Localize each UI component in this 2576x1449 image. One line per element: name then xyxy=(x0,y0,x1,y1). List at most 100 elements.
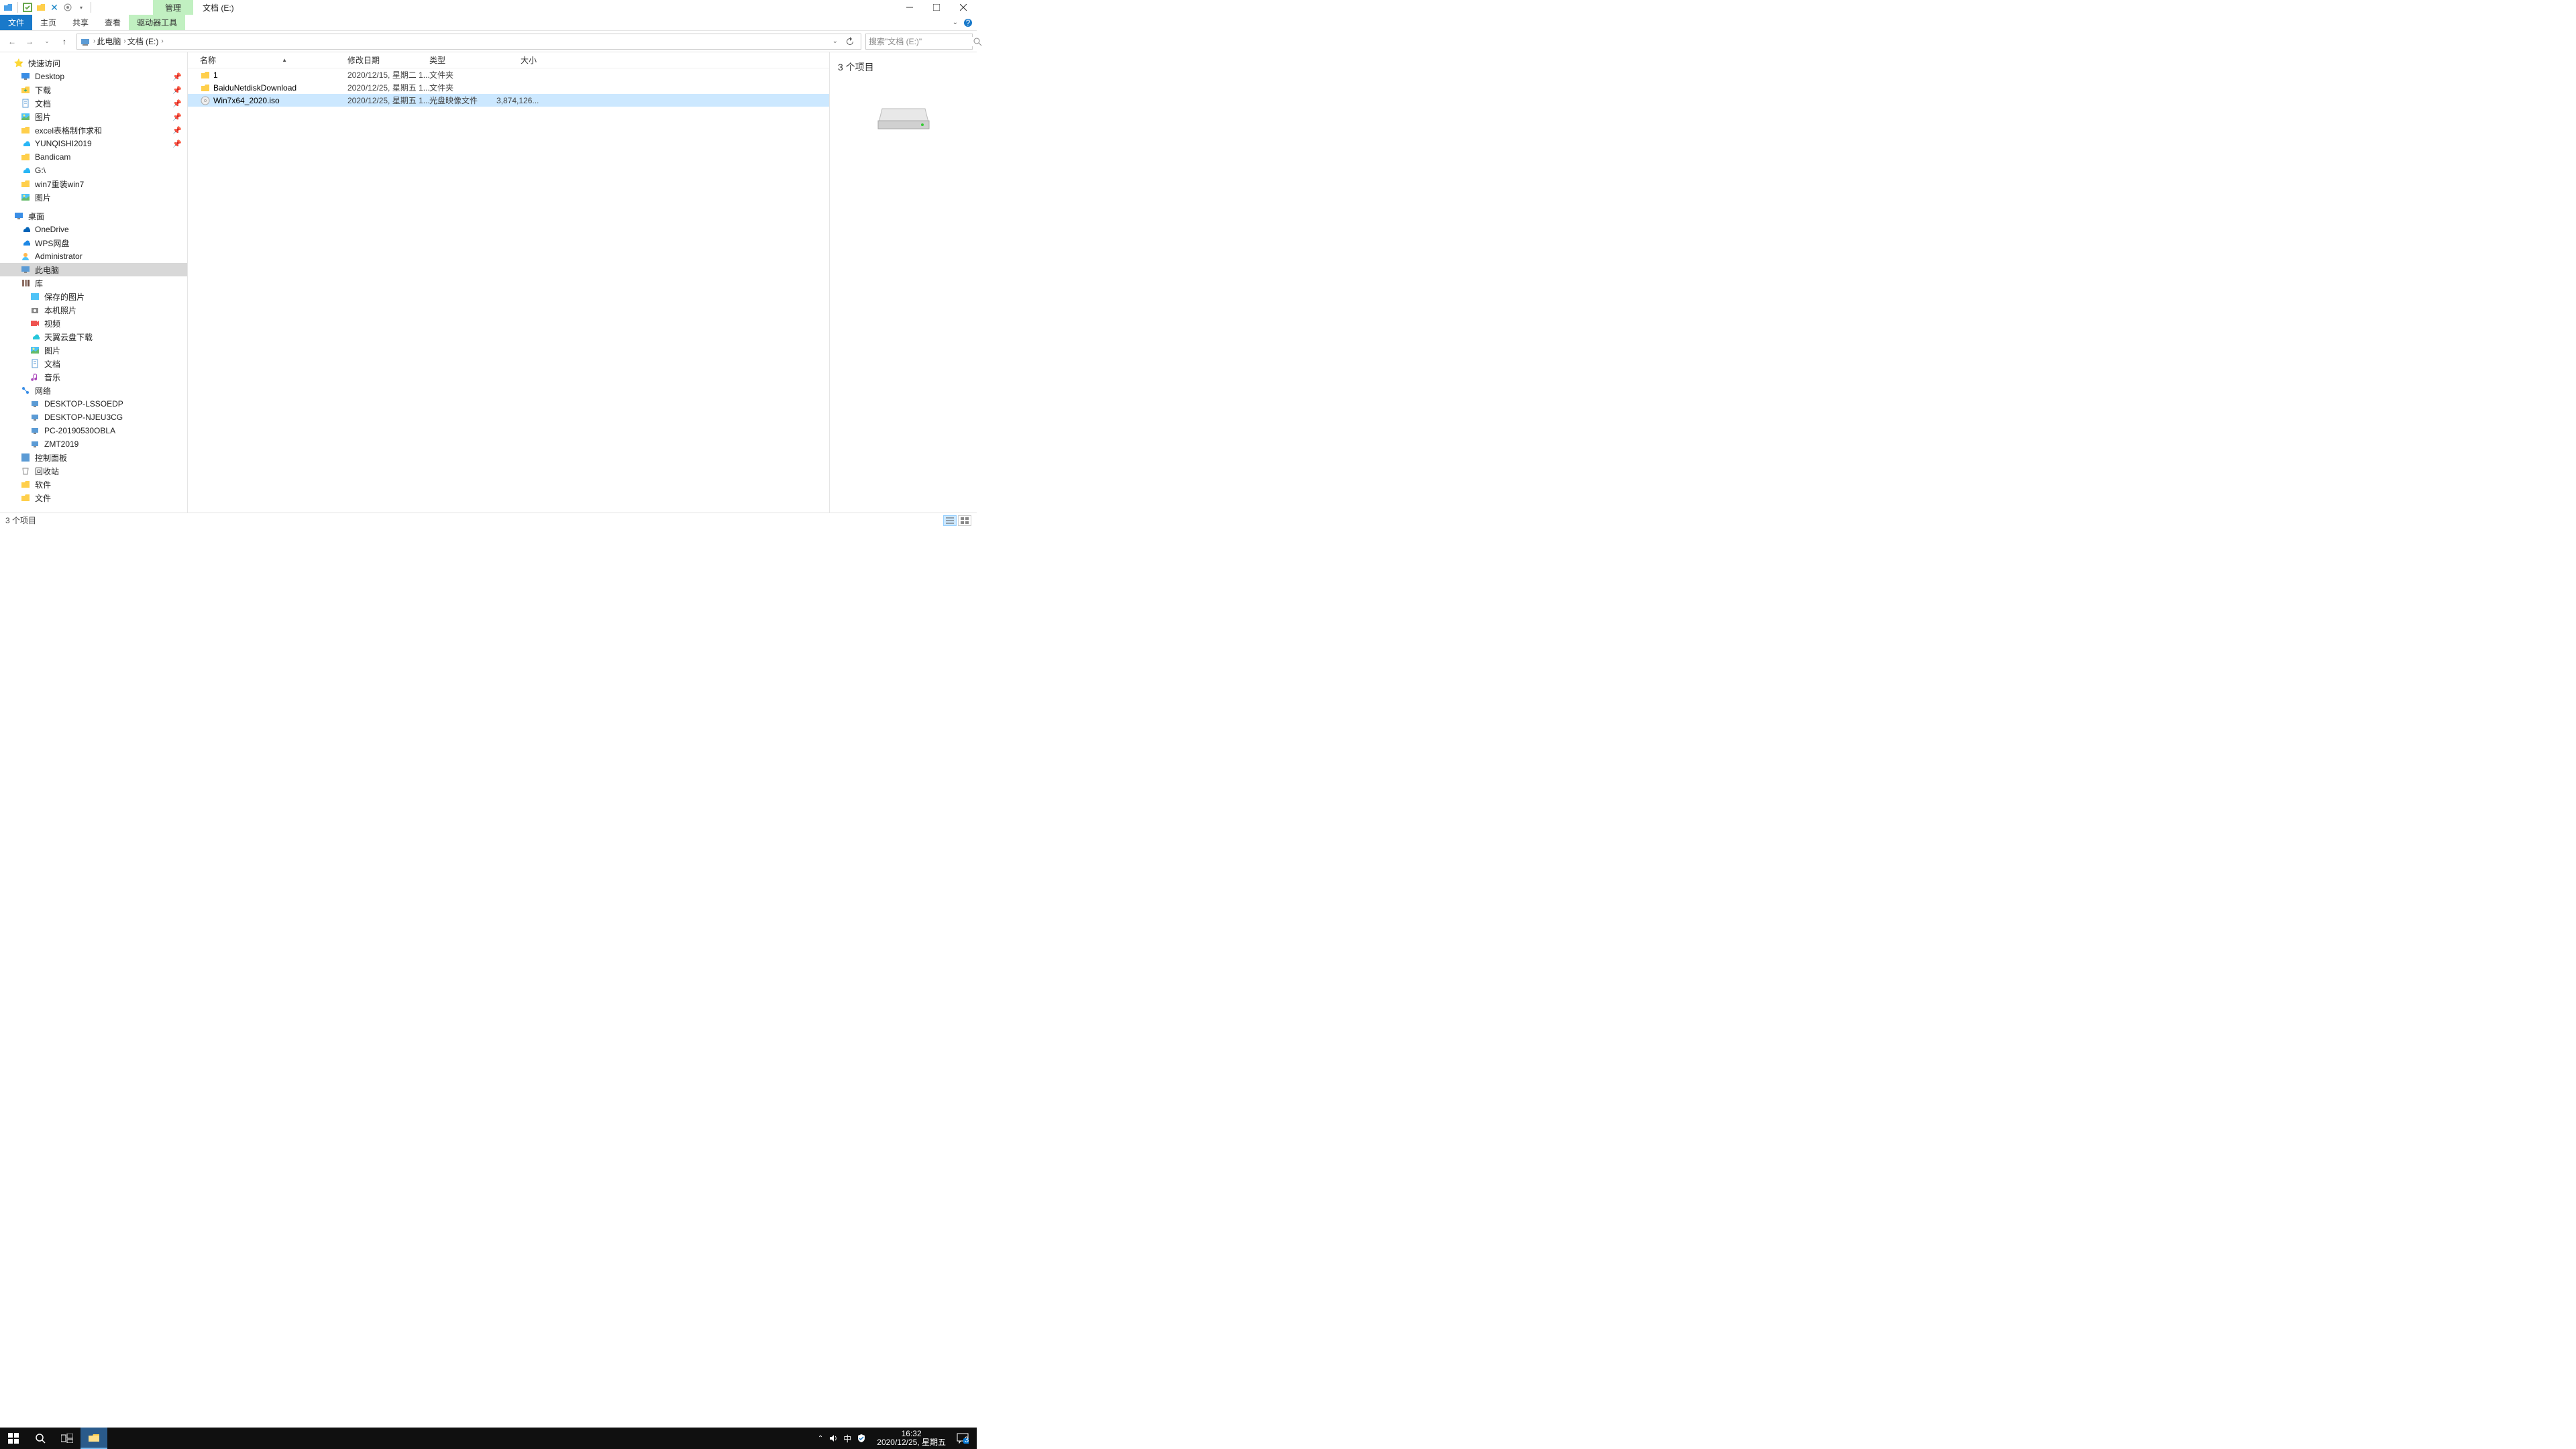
tree-lib-2[interactable]: 视频 xyxy=(0,317,187,330)
taskbar-search-button[interactable] xyxy=(27,1428,54,1449)
pin-icon: 📌 xyxy=(172,140,182,148)
file-date: 2020/12/15, 星期二 1... xyxy=(347,69,429,80)
app-icon[interactable] xyxy=(3,2,13,13)
tree-quick-1[interactable]: 下载📌 xyxy=(0,83,187,97)
forward-button[interactable]: → xyxy=(21,34,38,50)
col-type[interactable]: 类型 xyxy=(429,54,496,66)
search-box[interactable] xyxy=(865,34,973,50)
tree-software[interactable]: 软件 xyxy=(0,478,187,491)
task-view-button[interactable] xyxy=(54,1428,80,1449)
start-button[interactable] xyxy=(0,1428,27,1449)
tree-network[interactable]: 网络 xyxy=(0,384,187,397)
tree-lib-1[interactable]: 本机照片 xyxy=(0,303,187,317)
tree-quick-4[interactable]: excel表格制作求和📌 xyxy=(0,123,187,137)
tree-quick-0[interactable]: Desktop📌 xyxy=(0,70,187,83)
tree-net-2[interactable]: PC-20190530OBLA xyxy=(0,424,187,437)
tab-file[interactable]: 文件 xyxy=(0,15,32,30)
tab-home[interactable]: 主页 xyxy=(32,15,64,30)
search-input[interactable] xyxy=(869,37,973,46)
tree-quick-8[interactable]: win7重装win7 xyxy=(0,177,187,191)
file-row-0[interactable]: 12020/12/15, 星期二 1...文件夹 xyxy=(188,68,829,81)
tree-net-3[interactable]: ZMT2019 xyxy=(0,437,187,451)
navigation-tree[interactable]: ⭐快速访问 Desktop📌下载📌文档📌图片📌excel表格制作求和📌YUNQI… xyxy=(0,52,188,513)
properties-icon[interactable] xyxy=(22,2,33,13)
cloud-icon xyxy=(20,138,31,149)
tree-desktop-2[interactable]: Administrator xyxy=(0,250,187,263)
breadcrumb-seg-0[interactable]: 此电脑› xyxy=(97,36,125,47)
tree-quick-7[interactable]: G:\ xyxy=(0,164,187,177)
tree-quick-9[interactable]: 图片 xyxy=(0,191,187,204)
security-icon[interactable] xyxy=(857,1434,866,1443)
help-icon[interactable]: ? xyxy=(963,18,973,28)
file-type: 文件夹 xyxy=(429,69,496,80)
tab-share[interactable]: 共享 xyxy=(64,15,97,30)
ribbon-expand-icon[interactable]: ⌄ xyxy=(953,19,958,26)
tree-quick-6[interactable]: Bandicam xyxy=(0,150,187,164)
maximize-button[interactable] xyxy=(923,0,950,15)
col-size[interactable]: 大小 xyxy=(496,54,537,66)
tree-net-1[interactable]: DESKTOP-NJEU3CG xyxy=(0,411,187,424)
netpc-icon xyxy=(30,439,40,449)
tree-desktop-1[interactable]: WPS网盘 xyxy=(0,236,187,250)
music-icon xyxy=(30,372,40,382)
tab-view[interactable]: 查看 xyxy=(97,15,129,30)
breadcrumb-root-icon[interactable]: › xyxy=(80,36,95,47)
details-count: 3 个项目 xyxy=(838,60,969,74)
tree-quick-2[interactable]: 文档📌 xyxy=(0,97,187,110)
col-date[interactable]: 修改日期 xyxy=(347,54,429,66)
file-name: BaiduNetdiskDownload xyxy=(213,83,347,93)
address-dropdown-icon[interactable]: ⌄ xyxy=(830,38,841,45)
tree-desktop-4[interactable]: 库 xyxy=(0,276,187,290)
taskbar-explorer[interactable] xyxy=(80,1428,107,1449)
tree-files[interactable]: 文件 xyxy=(0,491,187,504)
file-row-2[interactable]: Win7x64_2020.iso2020/12/25, 星期五 1...光盘映像… xyxy=(188,94,829,107)
notification-button[interactable]: 3 xyxy=(951,1428,974,1449)
column-headers[interactable]: 名称▲ 修改日期 类型 大小 xyxy=(188,52,829,68)
pin-icon: 📌 xyxy=(172,86,182,95)
close-button[interactable] xyxy=(950,0,977,15)
taskbar-clock[interactable]: 16:32 2020/12/25, 星期五 xyxy=(871,1430,951,1447)
ime-indicator[interactable]: 中 xyxy=(843,1433,851,1444)
tree-recycle[interactable]: 回收站 xyxy=(0,464,187,478)
tree-lib-5[interactable]: 文档 xyxy=(0,357,187,370)
col-name[interactable]: 名称 xyxy=(200,54,216,66)
new-folder-icon[interactable] xyxy=(36,2,46,13)
folder-icon xyxy=(20,125,31,136)
qat-customize-icon[interactable]: ▾ xyxy=(76,2,87,13)
details-pane: 3 个项目 xyxy=(829,52,977,513)
refresh-button[interactable] xyxy=(842,34,858,50)
file-row-1[interactable]: BaiduNetdiskDownload2020/12/25, 星期五 1...… xyxy=(188,81,829,94)
breadcrumb-seg-1[interactable]: 文档 (E:)› xyxy=(127,36,164,47)
file-rows[interactable]: 12020/12/15, 星期二 1...文件夹BaiduNetdiskDown… xyxy=(188,68,829,513)
tree-lib-0[interactable]: 保存的图片 xyxy=(0,290,187,303)
tree-desktop-0[interactable]: OneDrive xyxy=(0,223,187,236)
minimize-button[interactable] xyxy=(896,0,923,15)
doc-icon xyxy=(20,98,31,109)
tray-expand-icon[interactable]: ⌃ xyxy=(818,1435,823,1442)
tree-desktop-root[interactable]: 桌面 xyxy=(0,209,187,223)
folder-icon xyxy=(20,492,31,503)
settings-dropdown-icon[interactable] xyxy=(62,2,73,13)
tree-lib-6[interactable]: 音乐 xyxy=(0,370,187,384)
tree-quick-access[interactable]: ⭐快速访问 xyxy=(0,56,187,70)
view-icons-button[interactable] xyxy=(958,515,971,526)
view-details-button[interactable] xyxy=(943,515,957,526)
close-qat-icon[interactable]: ✕ xyxy=(49,2,60,13)
search-icon[interactable] xyxy=(973,37,982,46)
tree-lib-3[interactable]: 天翼云盘下载 xyxy=(0,330,187,343)
tree-quick-3[interactable]: 图片📌 xyxy=(0,110,187,123)
tree-desktop-3[interactable]: 此电脑 xyxy=(0,263,187,276)
up-button[interactable]: ↑ xyxy=(56,34,72,50)
tree-net-0[interactable]: DESKTOP-LSSOEDP xyxy=(0,397,187,411)
folder-icon xyxy=(200,70,211,80)
breadcrumb[interactable]: › 此电脑› 文档 (E:)› ⌄ xyxy=(76,34,861,50)
file-date: 2020/12/25, 星期五 1... xyxy=(347,95,429,106)
tab-drive-tools[interactable]: 驱动器工具 xyxy=(129,15,185,30)
volume-icon[interactable] xyxy=(828,1434,838,1443)
recent-dropdown[interactable]: ⌄ xyxy=(39,34,55,50)
tree-lib-4[interactable]: 图片 xyxy=(0,343,187,357)
tree-quick-5[interactable]: YUNQISHI2019📌 xyxy=(0,137,187,150)
tree-control-panel[interactable]: 控制面板 xyxy=(0,451,187,464)
back-button[interactable]: ← xyxy=(4,34,20,50)
lib-icon xyxy=(20,278,31,288)
